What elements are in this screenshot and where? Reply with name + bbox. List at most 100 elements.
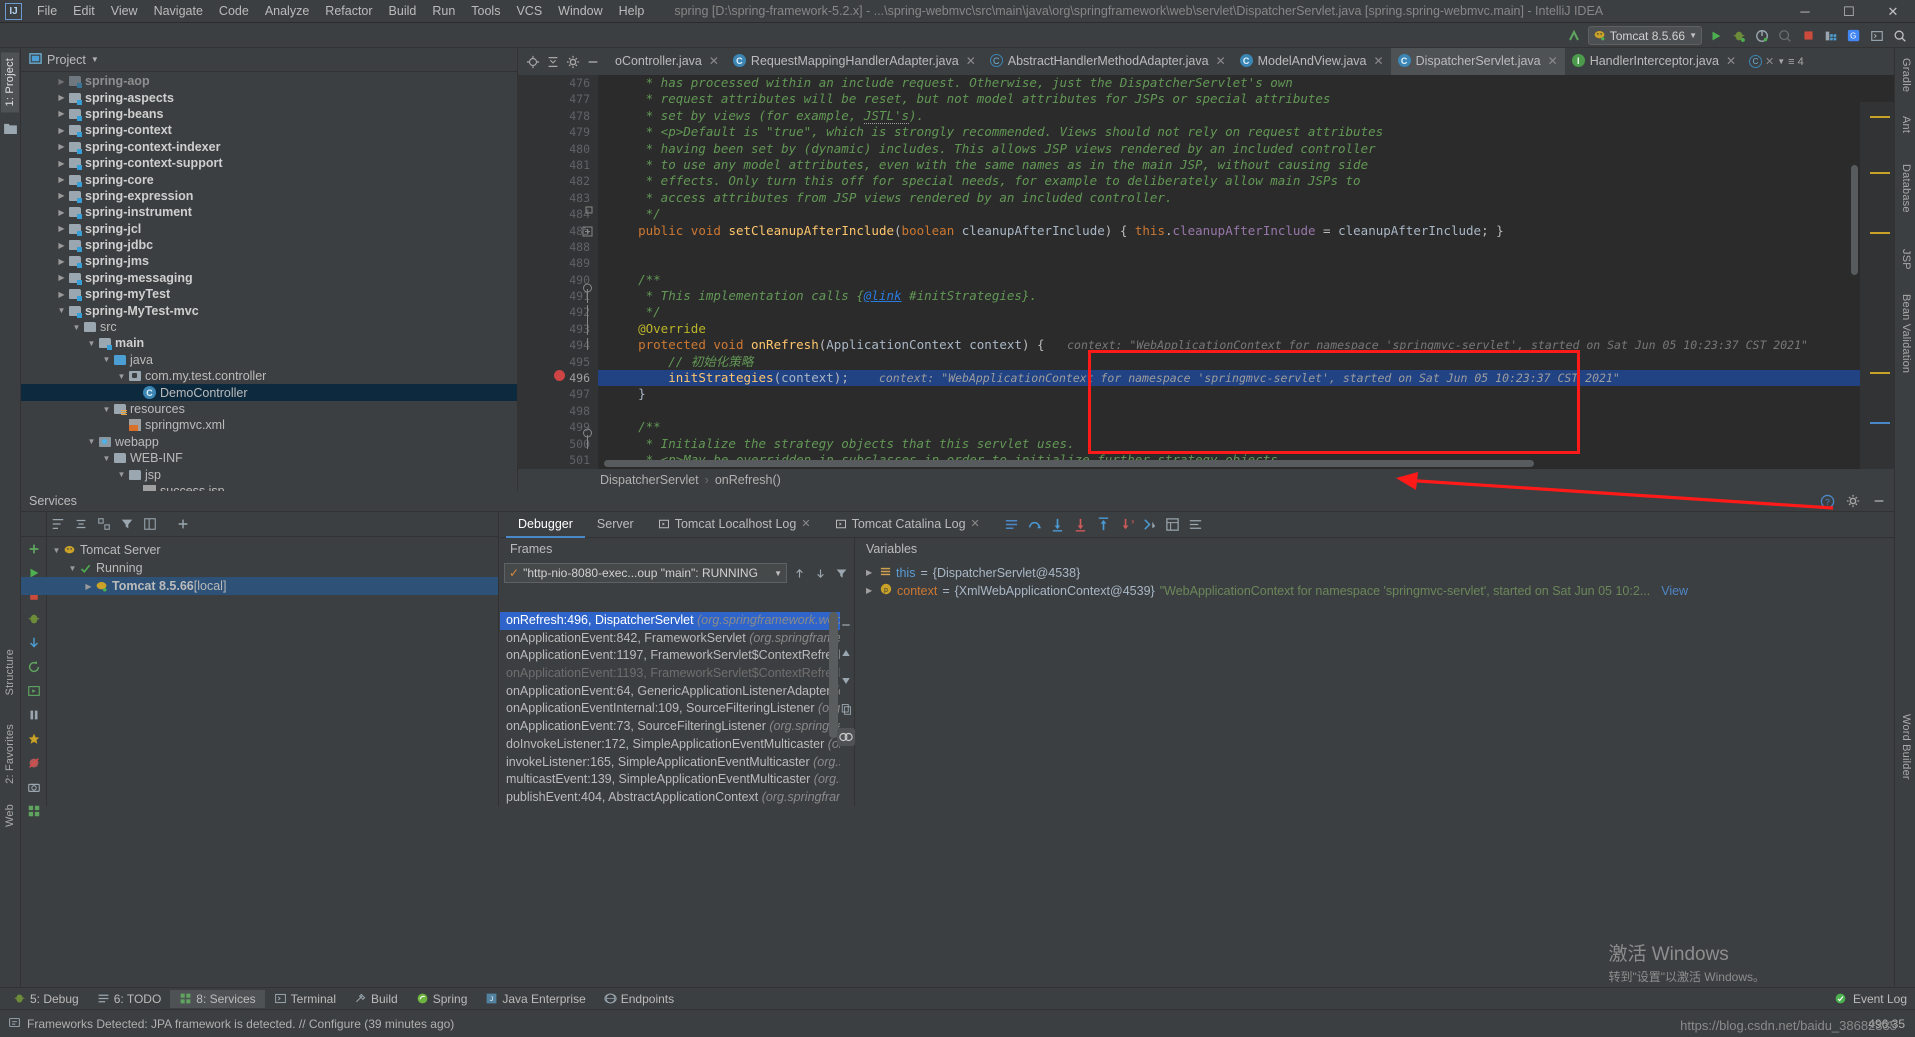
editor-vertical-scrollbar[interactable] [1851, 165, 1858, 275]
editor-tab-overflow[interactable]: C ✕ ▼ ≡ 4 [1743, 48, 1810, 75]
remove-icon[interactable] [837, 616, 855, 634]
editor-breadcrumb-method[interactable]: onRefresh() [715, 473, 781, 487]
tree-item[interactable]: ▼ main [21, 335, 517, 351]
run-with-coverage-icon[interactable] [1753, 27, 1771, 45]
chevron-right-icon[interactable]: ▶ [56, 77, 67, 86]
frame-up-icon[interactable] [791, 565, 808, 582]
service-tree-item[interactable]: ▼ Running [21, 559, 498, 577]
tree-item[interactable]: ▶ spring-context [21, 122, 517, 138]
chevron-right-icon[interactable]: ▶ [56, 208, 67, 217]
collapse-all-icon[interactable] [72, 516, 89, 533]
code-line[interactable]: * effects. Only turn this off for specia… [598, 173, 1860, 189]
frame-row[interactable]: multicastEvent:139, SimpleApplicationEve… [500, 771, 840, 789]
build-icon[interactable] [1822, 27, 1840, 45]
variables-list[interactable]: ▶ this = {DispatcherServlet@4538} ▶ p contex… [856, 560, 1894, 599]
expand-all-icon[interactable] [49, 516, 66, 533]
frame-row[interactable]: onApplicationEvent:64, GenericApplicatio… [500, 683, 840, 701]
chevron-down-icon[interactable]: ▼ [101, 355, 112, 364]
run-configuration-selector[interactable]: Tomcat 8.5.66 ▼ [1587, 26, 1702, 45]
code-line-current[interactable]: initStrategies(context); context: "WebAp… [598, 370, 1860, 387]
bottom-tab-terminal[interactable]: Terminal [265, 990, 345, 1008]
fold-column[interactable] [554, 75, 598, 469]
code-line[interactable]: /** [598, 419, 1860, 435]
terminal-icon[interactable] [1868, 27, 1886, 45]
settings-icon[interactable] [1188, 517, 1204, 533]
tree-item[interactable]: success.jsp [21, 483, 517, 491]
code-line[interactable]: // 初始化策略 [598, 354, 1860, 370]
bottom-tab-build[interactable]: Build [345, 990, 407, 1008]
services-tree[interactable]: ▼ Tomcat Server ▼ Running ▶ Tomcat 8.5.66 [lo… [21, 537, 498, 595]
code-line[interactable] [598, 239, 1860, 255]
menu-item-build[interactable]: Build [381, 2, 425, 20]
menu-item-analyze[interactable]: Analyze [257, 2, 317, 20]
chevron-right-icon[interactable]: ▶ [56, 93, 67, 102]
step-over-icon[interactable] [1027, 517, 1043, 533]
editor-tab-modelandview[interactable]: C ModelAndView.java ✕ [1233, 48, 1391, 75]
tree-item[interactable]: ▶ spring-expression [21, 188, 517, 204]
back-arrow-icon[interactable] [1565, 27, 1583, 45]
filter-frames-icon[interactable] [833, 565, 850, 582]
layout-icon[interactable] [141, 516, 158, 533]
close-icon[interactable]: ✕ [971, 517, 980, 530]
editor-horizontal-scrollbar[interactable] [604, 460, 1534, 467]
service-tree-item[interactable]: ▼ Tomcat Server [21, 541, 498, 559]
menu-item-window[interactable]: Window [550, 2, 610, 20]
hide-icon[interactable] [584, 53, 602, 71]
frame-row[interactable]: publishEvent:404, AbstractApplicationCon… [500, 789, 840, 806]
code-line[interactable]: public void setCleanupAfterInclude(boole… [598, 223, 1860, 239]
chevron-down-icon[interactable]: ▼ [774, 569, 782, 578]
stop-icon[interactable] [1799, 27, 1817, 45]
minimize-button[interactable]: ─ [1783, 0, 1827, 23]
frames-list[interactable]: onRefresh:496, DispatcherServlet (org.sp… [500, 612, 840, 806]
drop-frame-icon[interactable]: x [1119, 517, 1135, 533]
chevron-right-icon[interactable]: ▶ [56, 224, 67, 233]
code-line[interactable] [598, 403, 1860, 419]
tree-item[interactable]: ▶ spring-aop [21, 73, 517, 89]
translate-icon[interactable]: G [1845, 27, 1863, 45]
chevron-right-icon[interactable]: ▶ [56, 241, 67, 250]
chevron-down-icon[interactable]: ▼ [86, 437, 97, 446]
sidebar-item-word-builder[interactable]: Word Builder [1897, 708, 1915, 786]
frame-down-icon[interactable] [812, 565, 829, 582]
tree-item[interactable]: ▶ spring-aspects [21, 89, 517, 105]
editor-tab-requestmappinghandleradapter[interactable]: C RequestMappingHandlerAdapter.java ✕ [726, 48, 983, 75]
maximize-button[interactable]: ☐ [1827, 0, 1871, 23]
debugger-tab-server[interactable]: Server [585, 512, 646, 538]
menu-item-file[interactable]: File [29, 2, 65, 20]
tree-item[interactable]: ▶ spring-jcl [21, 221, 517, 237]
menu-item-help[interactable]: Help [611, 2, 653, 20]
sidebar-item-jsp[interactable]: JSP [1897, 243, 1915, 276]
chevron-right-icon[interactable]: ▶ [83, 582, 94, 591]
chevron-right-icon[interactable]: ▶ [56, 109, 67, 118]
code-line[interactable]: protected void onRefresh(ApplicationCont… [598, 337, 1860, 353]
sidebar-item-bean-validation[interactable]: Bean Validation [1897, 288, 1915, 379]
sidebar-item-gradle[interactable]: Gradle [1897, 52, 1915, 98]
code-line[interactable]: * <p>Default is "true", which is strongl… [598, 124, 1860, 140]
grid-icon[interactable] [25, 804, 43, 818]
chevron-down-icon[interactable]: ▼ [71, 323, 82, 332]
frame-row[interactable]: invokeListener:165, SimpleApplicationEve… [500, 754, 840, 772]
code-editor[interactable]: 476 477 478 479 480 481 482 483 484 485 488 489 490 4… [518, 75, 1894, 469]
chevron-right-icon[interactable]: ▶ [56, 126, 67, 135]
code-line[interactable]: * request attributes will be reset, but … [598, 91, 1860, 107]
service-tree-item[interactable]: ▶ Tomcat 8.5.66 [local] [21, 577, 498, 595]
menu-item-code[interactable]: Code [211, 2, 257, 20]
code-line[interactable]: @Override [598, 321, 1860, 337]
code-line[interactable]: } [598, 386, 1860, 402]
close-button[interactable]: ✕ [1871, 0, 1915, 23]
editor-tab-dispatcherservlet[interactable]: C DispatcherServlet.java ✕ [1390, 48, 1565, 75]
tree-item[interactable]: ▶ spring-core [21, 171, 517, 187]
chevron-down-icon[interactable]: ▼ [91, 55, 99, 64]
project-tree[interactable]: ▶ spring-aop ▶ spring-aspects ▶ spring-beans ▶… [21, 73, 517, 491]
force-step-into-icon[interactable] [1073, 517, 1089, 533]
close-icon[interactable]: ✕ [1548, 54, 1558, 68]
breakpoint-icon[interactable] [554, 370, 565, 381]
bottom-tab-6-todo[interactable]: 6: TODO [88, 990, 171, 1008]
chevron-down-icon[interactable]: ▼ [116, 372, 127, 381]
chevron-right-icon[interactable]: ▶ [56, 290, 67, 299]
tree-item[interactable]: ▼ spring-MyTest-mvc [21, 302, 517, 318]
code-line[interactable]: * to use any model attributes, even with… [598, 157, 1860, 173]
step-into-icon[interactable] [1050, 517, 1066, 533]
frame-row[interactable]: onApplicationEvent:842, FrameworkServlet… [500, 630, 840, 648]
profile-icon[interactable] [1776, 27, 1794, 45]
